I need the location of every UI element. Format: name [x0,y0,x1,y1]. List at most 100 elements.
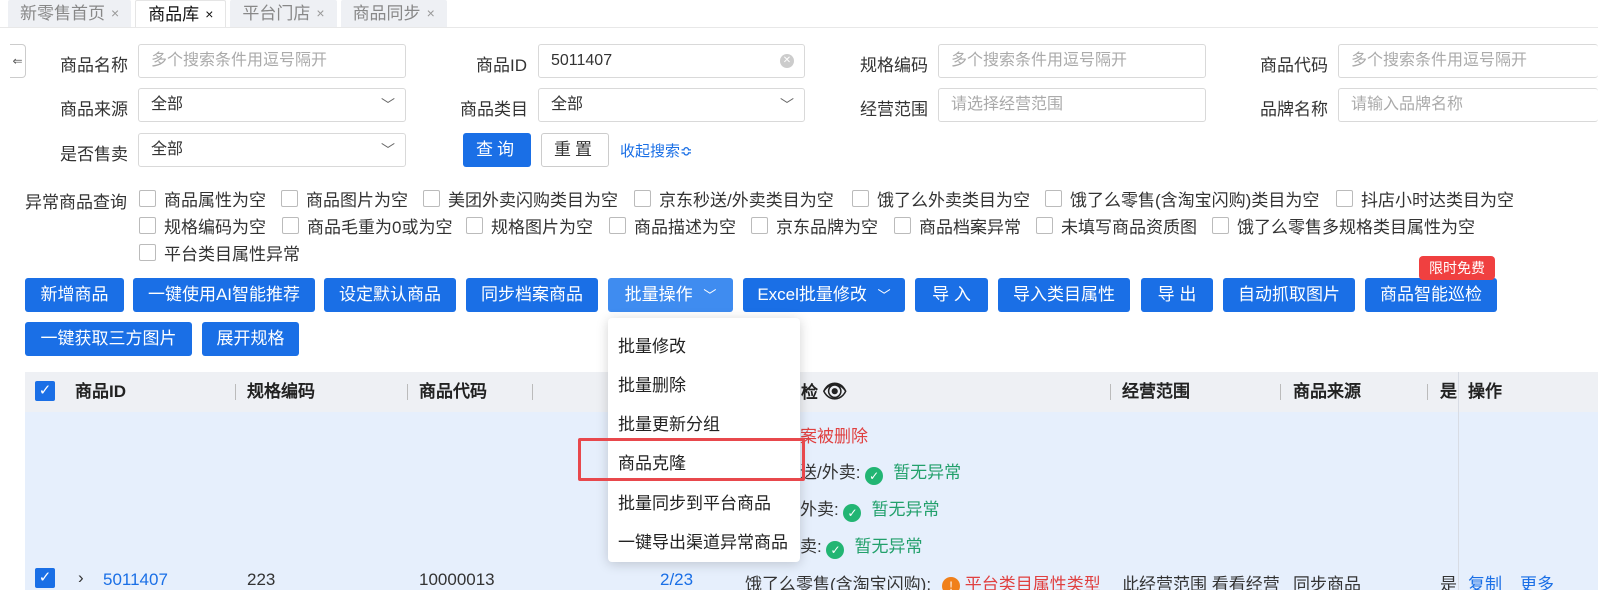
checkbox[interactable] [139,244,156,261]
product-id-link[interactable]: 5011407 [103,570,168,590]
abnormal-checkbox[interactable]: 商品属性为空 [139,186,266,211]
checkbox[interactable] [634,190,651,207]
checkbox[interactable] [894,217,911,234]
checkbox[interactable] [1045,190,1062,207]
sync-archive-button[interactable]: 同步档案商品 [466,278,598,312]
menu-item-batch-sync-platform[interactable]: 批量同步到平台商品 [618,489,771,514]
excel-batch-edit-button[interactable]: Excel批量修改 ﹀ [743,278,905,312]
abnormal-checkbox[interactable]: 商品毛重为0或为空 [282,213,452,238]
checkbox-label: 商品档案异常 [919,218,1021,237]
close-icon[interactable]: × [316,0,324,27]
tab-new-retail-home[interactable]: 新零售首页 × [8,0,132,27]
copy-link[interactable]: 复制 [1468,570,1502,590]
platform-name: 饿了么零售(含淘宝闪购): [745,575,932,590]
eye-icon[interactable]: 👁 [822,381,847,403]
operations-column [1458,372,1598,590]
checkbox[interactable] [281,190,298,207]
checkbox[interactable] [1212,217,1229,234]
select-value: 全部 [551,96,584,113]
header-label: 检 [801,383,818,402]
auto-fetch-images-button[interactable]: 自动抓取图片 [1223,278,1355,312]
abnormal-checkbox[interactable]: 饿了么零售(含淘宝闪购)类目为空 [1045,186,1319,211]
sidebar-collapse-icon[interactable]: ⇐ [10,44,26,78]
menu-item-export-abnormal[interactable]: 一键导出渠道异常商品 [618,528,788,553]
checkbox[interactable] [1036,217,1053,234]
expand-specs-button[interactable]: 展开规格 [202,322,299,356]
collapse-search-link[interactable]: 收起搜索≎ [620,140,693,161]
tab-product-library[interactable]: 商品库 × [135,0,227,28]
expand-row-icon[interactable]: › [78,568,84,588]
checkbox[interactable] [466,217,483,234]
product-category-select[interactable]: 全部 ﹀ [538,88,805,122]
ai-recommend-button[interactable]: 一键使用AI智能推荐 [133,278,315,312]
checkbox[interactable] [423,190,440,207]
select-all-checkbox[interactable]: ✓ [35,381,55,401]
import-attributes-button[interactable]: 导入类目属性 [998,278,1130,312]
abnormal-checkbox[interactable]: 京东品牌为空 [751,213,878,238]
checkbox[interactable] [282,217,299,234]
product-id-input[interactable]: 5011407 ✕ [538,44,805,78]
checkbox[interactable] [139,190,156,207]
abnormal-checkbox[interactable]: 规格编码为空 [139,213,266,238]
tab-divider [0,27,1598,28]
import-button[interactable]: 导 入 [915,278,988,312]
row-checkbox[interactable]: ✓ [35,568,55,588]
close-icon[interactable]: × [111,0,119,27]
menu-item-batch-delete[interactable]: 批量删除 [618,371,686,396]
checkbox[interactable] [139,217,156,234]
checkbox[interactable] [1336,190,1353,207]
product-source-select[interactable]: 全部 ﹀ [138,88,406,122]
warning-icon: ! [942,577,960,590]
brand-name-input[interactable]: 请输入品牌名称 [1338,88,1598,122]
tab-label: 商品同步 [352,4,421,23]
on-sale-select[interactable]: 全部 ﹀ [138,133,406,167]
column-divider [532,384,533,400]
product-code-input[interactable]: 多个搜索条件用逗号隔开 [1338,44,1598,78]
checkbox[interactable] [609,217,626,234]
abnormal-checkbox[interactable]: 规格图片为空 [466,213,593,238]
button-label: 批量操作 [624,285,693,304]
reset-button[interactable]: 重置 [541,133,609,167]
abnormal-checkbox[interactable]: 商品档案异常 [894,213,1021,238]
tab-platform-store[interactable]: 平台门店 × [230,0,337,27]
menu-item-batch-regroup[interactable]: 批量更新分组 [618,410,720,435]
abnormal-checkbox[interactable]: 饿了么零售多规格类目属性为空 [1212,213,1475,238]
spec-code-input[interactable]: 多个搜索条件用逗号隔开 [938,44,1206,78]
abnormal-checkbox[interactable]: 美团外卖闪购类目为空 [423,186,618,211]
set-default-button[interactable]: 设定默认商品 [324,278,456,312]
checkbox[interactable] [751,217,768,234]
menu-item-batch-edit[interactable]: 批量修改 [618,332,686,357]
abnormal-checkbox[interactable]: 未填写商品资质图 [1036,213,1197,238]
smart-inspection-button[interactable]: 商品智能巡检 [1365,278,1497,312]
product-name-label: 商品名称 [60,56,128,75]
chevron-down-icon: ﹀ [703,288,717,303]
query-button[interactable]: 查询 [463,133,531,167]
chevron-down-icon: ﹀ [381,97,395,113]
abnormal-checkbox[interactable]: 商品描述为空 [609,213,736,238]
export-button[interactable]: 导 出 [1141,278,1213,312]
close-icon[interactable]: × [205,1,213,28]
add-product-button[interactable]: 新增商品 [25,278,124,312]
column-divider [407,384,408,400]
spec-count-link[interactable]: 2/23 [660,570,693,590]
abnormal-checkbox[interactable]: 平台类目属性异常 [139,240,300,265]
status-ok: 暂无异常 [893,463,962,482]
abnormal-checkbox[interactable]: 饿了么外卖类目为空 [852,186,1030,211]
business-scope-input[interactable]: 请选择经营范围 [938,88,1206,122]
tab-product-sync[interactable]: 商品同步 × [340,0,447,27]
column-divider [1110,384,1111,400]
checkbox-label: 美团外卖闪购类目为空 [448,191,618,210]
column-header-code: 商品代码 [419,382,487,401]
close-icon[interactable]: × [427,0,435,27]
clear-icon[interactable]: ✕ [780,54,794,68]
chevron-down-icon: ﹀ [381,142,395,158]
abnormal-checkbox[interactable]: 商品图片为空 [281,186,408,211]
checkbox[interactable] [852,190,869,207]
abnormal-checkbox[interactable]: 京东秒送/外卖类目为空 [634,186,834,211]
product-name-input[interactable]: 多个搜索条件用逗号隔开 [138,44,406,78]
checkbox-label: 规格编码为空 [164,218,266,237]
abnormal-checkbox[interactable]: 抖店小时达类目为空 [1336,186,1514,211]
fetch-third-party-images-button[interactable]: 一键获取三方图片 [25,322,192,356]
batch-operation-button[interactable]: 批量操作 ﹀ [608,278,733,312]
more-link[interactable]: 更多 [1520,570,1554,590]
